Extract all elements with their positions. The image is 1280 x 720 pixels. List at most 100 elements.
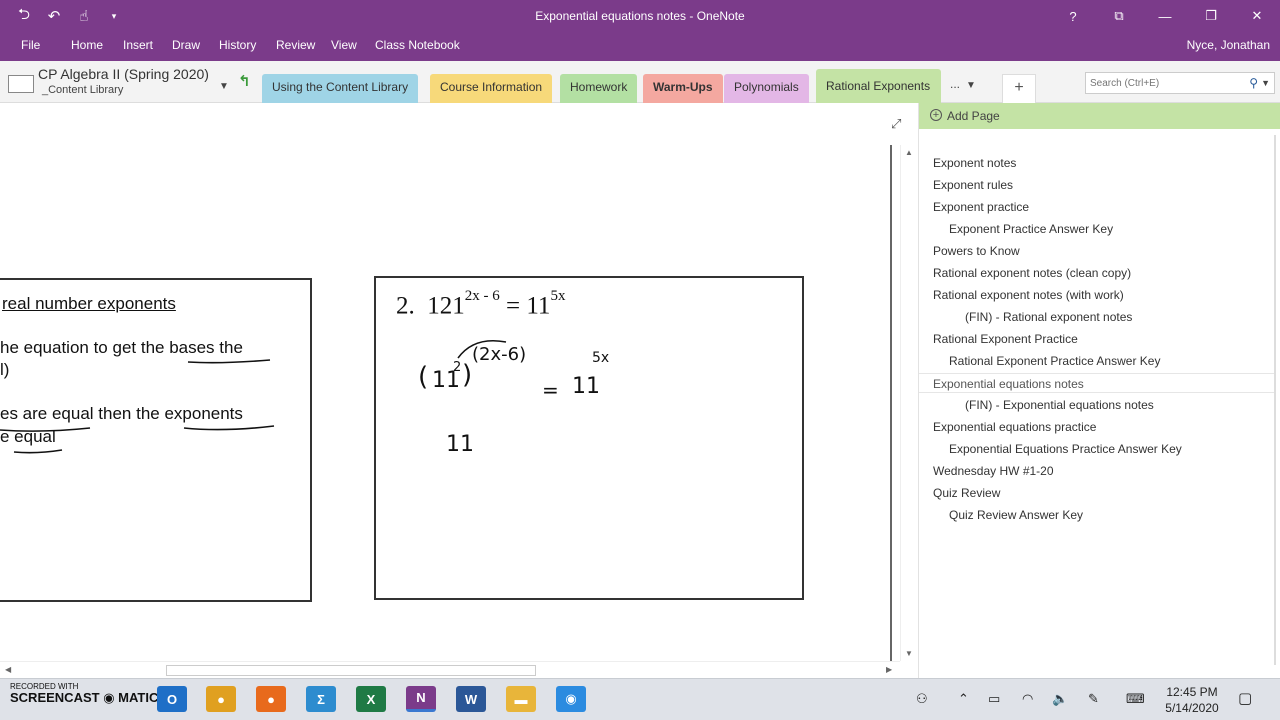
page-item[interactable]: Powers to Know bbox=[919, 241, 1274, 261]
keyboard-icon[interactable]: ⌨ bbox=[1126, 691, 1145, 707]
pages-pane: + Add Page Exponent notes Exponent rules E… bbox=[918, 103, 1280, 678]
page-item[interactable]: Exponent Practice Answer Key bbox=[919, 219, 1274, 239]
page-item[interactable]: Quiz Review Answer Key bbox=[919, 505, 1274, 525]
tab-polynomials[interactable]: Polynomials bbox=[724, 74, 809, 103]
menu-class-notebook[interactable]: Class Notebook bbox=[375, 38, 460, 52]
page-item[interactable]: Wednesday HW #1-20 bbox=[919, 461, 1274, 481]
scroll-down-icon[interactable]: ▼ bbox=[905, 649, 913, 658]
page-item[interactable]: Exponential equations practice bbox=[919, 417, 1274, 437]
search-icon[interactable]: ⚲ bbox=[1249, 76, 1258, 90]
taskbar-word-icon[interactable]: W bbox=[456, 686, 486, 712]
lhs-exponent: 2x - 6 bbox=[464, 288, 500, 304]
vertical-scrollbar[interactable]: ▲ ▼ bbox=[900, 145, 917, 661]
menu-file[interactable]: File bbox=[21, 38, 40, 52]
ink-arc bbox=[457, 340, 507, 359]
taskbar-firefox-icon[interactable]: ● bbox=[256, 686, 286, 712]
page-item[interactable]: (FIN) - Exponential equations notes bbox=[919, 395, 1274, 415]
page-canvas[interactable]: ⤢ real number exponents he equation to g… bbox=[0, 103, 918, 678]
add-page-icon: + bbox=[930, 109, 942, 121]
add-section-button[interactable]: + bbox=[1002, 74, 1036, 103]
taskbar-chrome-icon[interactable]: ● bbox=[206, 686, 236, 712]
horizontal-scroll-thumb[interactable] bbox=[166, 665, 536, 676]
scroll-up-icon[interactable]: ▲ bbox=[905, 148, 913, 157]
add-page-label: Add Page bbox=[947, 109, 1000, 123]
horizontal-scrollbar[interactable]: ◀ ▶ bbox=[0, 661, 900, 678]
menu-review[interactable]: Review bbox=[276, 38, 315, 52]
page-item[interactable]: Rational exponent notes (with work) bbox=[919, 285, 1274, 305]
back-to-parent-icon[interactable]: ↰ bbox=[238, 72, 251, 90]
section-group-label[interactable]: _Content Library bbox=[42, 84, 123, 96]
search-scope-dropdown-icon[interactable]: ▼ bbox=[1261, 78, 1270, 88]
user-name[interactable]: Nyce, Jonathan bbox=[1187, 38, 1270, 52]
page-item[interactable]: Quiz Review bbox=[919, 483, 1274, 503]
tab-course-information[interactable]: Course Information bbox=[430, 74, 553, 103]
menu-home[interactable]: Home bbox=[71, 38, 103, 52]
notebook-title[interactable]: CP Algebra II (Spring 2020) bbox=[38, 66, 209, 82]
minimize-icon[interactable]: — bbox=[1142, 0, 1188, 32]
page-item[interactable]: Rational Exponent Practice bbox=[919, 329, 1274, 349]
volume-icon[interactable]: 🔈 bbox=[1052, 691, 1068, 707]
page-item[interactable]: Exponent rules bbox=[919, 175, 1274, 195]
notebook-dropdown-icon[interactable]: ▼ bbox=[219, 81, 229, 92]
ink-equals: = bbox=[542, 378, 559, 402]
tab-using-content-library[interactable]: Using the Content Library bbox=[262, 74, 419, 103]
notification-icon[interactable]: ▢ bbox=[1238, 689, 1252, 707]
taskbar-excel-icon[interactable]: X bbox=[356, 686, 386, 712]
clock[interactable]: 12:45 PM 5/14/2020 bbox=[1160, 684, 1224, 716]
people-icon[interactable]: ⚇ bbox=[916, 691, 928, 707]
page-item[interactable]: Exponential Equations Practice Answer Ke… bbox=[919, 439, 1274, 459]
menu-view[interactable]: View bbox=[331, 38, 357, 52]
scroll-right-icon[interactable]: ▶ bbox=[886, 665, 892, 674]
page-item[interactable]: Rational Exponent Practice Answer Key bbox=[919, 351, 1274, 371]
pen-icon[interactable]: ✎ bbox=[1088, 691, 1099, 707]
pages-scrollbar[interactable] bbox=[1274, 135, 1276, 665]
add-page-button[interactable]: + Add Page bbox=[919, 103, 1280, 129]
problem-2-equation: 2. 1212x - 6 = 115x bbox=[396, 288, 565, 320]
wifi-icon[interactable]: ◠ bbox=[1022, 691, 1033, 707]
ink-close-paren: ) bbox=[462, 360, 473, 390]
tab-homework[interactable]: Homework bbox=[560, 74, 638, 103]
ribbon-display-icon[interactable]: ⧉ bbox=[1096, 0, 1142, 32]
taskbar-outlook-icon[interactable]: O bbox=[157, 686, 187, 712]
ink-open-paren: ( bbox=[418, 362, 429, 392]
help-button[interactable]: ? bbox=[1050, 0, 1096, 32]
show-hidden-icons-icon[interactable]: ⌃ bbox=[958, 691, 969, 707]
menu-insert[interactable]: Insert bbox=[123, 38, 153, 52]
problem-number: 2. bbox=[396, 292, 415, 320]
expand-icon[interactable]: ⤢ bbox=[891, 116, 901, 132]
scroll-left-icon[interactable]: ◀ bbox=[5, 665, 11, 674]
equals-sign: = bbox=[506, 292, 521, 320]
taskbar: RECORDED WITH SCREENCAST ◉ MATIC O ● ● Σ X N W… bbox=[0, 678, 1280, 720]
page-item[interactable]: Exponent notes bbox=[919, 153, 1274, 173]
restore-icon[interactable]: ❐ bbox=[1188, 0, 1234, 32]
ink-underlines bbox=[0, 359, 275, 454]
page-item[interactable]: Exponent practice bbox=[919, 197, 1274, 217]
ribbon-tabs: File Home Insert Draw History Review Vie… bbox=[0, 32, 1280, 61]
taskbar-onenote-icon[interactable]: N bbox=[406, 686, 436, 712]
notes-box-problem-2: 2. 1212x - 6 = 115x ( 11 2 ) (2x-6) = 11… bbox=[374, 276, 804, 600]
section-overflow[interactable]: ... bbox=[950, 77, 960, 91]
section-overflow-dropdown-icon[interactable]: ▼ bbox=[966, 80, 976, 91]
page-item[interactable]: Rational exponent notes (clean copy) bbox=[919, 263, 1274, 283]
taskbar-screencast-icon[interactable]: ◉ bbox=[556, 686, 586, 712]
menu-history[interactable]: History bbox=[219, 38, 256, 52]
search-input[interactable] bbox=[1086, 73, 1236, 94]
lhs-base: 121 bbox=[427, 292, 465, 320]
pane-divider[interactable] bbox=[890, 145, 892, 661]
ink-rhs-exponent: 5x bbox=[592, 350, 610, 366]
battery-icon[interactable]: ▭ bbox=[988, 691, 1000, 707]
menu-draw[interactable]: Draw bbox=[172, 38, 200, 52]
clock-time: 12:45 PM bbox=[1166, 685, 1218, 699]
tab-warm-ups[interactable]: Warm-Ups bbox=[643, 74, 723, 103]
close-icon[interactable]: ✕ bbox=[1234, 0, 1280, 32]
ink-rhs-base: 11 bbox=[572, 374, 600, 399]
page-item[interactable]: (FIN) - Rational exponent notes bbox=[919, 307, 1274, 327]
tab-rational-exponents[interactable]: Rational Exponents bbox=[816, 69, 941, 103]
notebook-icon[interactable] bbox=[8, 75, 34, 93]
taskbar-sway-icon[interactable]: Σ bbox=[306, 686, 336, 712]
screencast-watermark: RECORDED WITH SCREENCAST ◉ MATIC bbox=[10, 682, 159, 705]
title-bar: ⮌ ↶ ☝ ▾ Exponential equations notes - On… bbox=[0, 0, 1280, 32]
page-item[interactable]: Exponential equations notes bbox=[919, 373, 1274, 393]
taskbar-file-explorer-icon[interactable]: ▬ bbox=[506, 686, 536, 712]
navigation-bar: CP Algebra II (Spring 2020) _Content Lib… bbox=[0, 61, 1280, 103]
